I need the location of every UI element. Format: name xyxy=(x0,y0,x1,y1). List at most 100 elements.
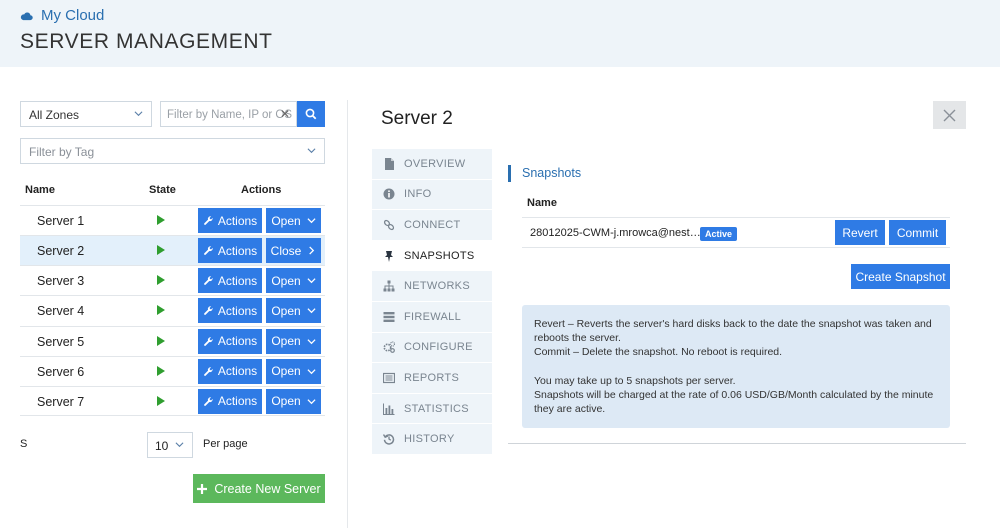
toggle-button[interactable]: Open xyxy=(266,328,321,354)
chevron-down-icon xyxy=(307,369,316,374)
search-input[interactable]: Filter by Name, IP or OS xyxy=(160,101,297,127)
table-row[interactable]: Server 6 Actions Open xyxy=(20,355,325,386)
tab-info[interactable]: INFO xyxy=(372,179,492,211)
actions-button[interactable]: Actions xyxy=(198,388,262,414)
toggle-button-label: Close xyxy=(270,243,302,258)
actions-button[interactable]: Actions xyxy=(198,328,262,354)
chevron-down-icon xyxy=(307,278,316,284)
snapshot-row: 28012025-CWM-j.mrowca@nest… Active Rever… xyxy=(522,217,950,248)
tab-networks[interactable]: NETWORKS xyxy=(372,271,492,302)
snapshot-column-name: Name xyxy=(527,197,557,209)
brand[interactable]: My Cloud xyxy=(20,7,104,24)
status-badge: Active xyxy=(700,227,738,241)
search-icon xyxy=(305,108,317,120)
actions-button-label: Actions xyxy=(217,273,258,288)
tab-connect[interactable]: CONNECT xyxy=(372,210,492,241)
chevron-down-icon xyxy=(307,218,316,224)
column-header-actions: Actions xyxy=(241,184,282,196)
toggle-button[interactable]: Open xyxy=(266,268,321,294)
actions-button[interactable]: Actions xyxy=(198,238,262,264)
table-row[interactable]: Server 4 Actions Open xyxy=(20,295,325,325)
server-name: Server 3 xyxy=(37,274,85,289)
tab-history[interactable]: HISTORY xyxy=(372,424,492,455)
actions-button-label: Actions xyxy=(217,243,258,258)
actions-button[interactable]: Actions xyxy=(198,268,262,294)
table-row[interactable]: Server 3 Actions Open xyxy=(20,265,325,295)
toggle-button[interactable]: Close xyxy=(266,238,321,264)
running-state-icon xyxy=(157,395,165,406)
server-name: Server 5 xyxy=(37,334,85,349)
tab-overview[interactable]: OVERVIEW xyxy=(372,149,492,180)
wrench-icon xyxy=(203,216,213,225)
server-detail-title: Server 2 xyxy=(381,108,453,129)
running-state-icon xyxy=(157,245,165,256)
create-snapshot-button[interactable]: Create Snapshot xyxy=(851,264,950,289)
tab-label: HISTORY xyxy=(404,433,455,446)
content-divider xyxy=(508,443,966,444)
document-icon xyxy=(382,157,395,170)
table-row[interactable]: Server 7 Actions Open xyxy=(20,385,325,416)
toggle-button-label: Open xyxy=(271,394,301,409)
table-row[interactable]: Server 2 Actions Close xyxy=(20,235,325,266)
running-state-icon xyxy=(157,275,165,286)
table-row[interactable]: Server 1 Actions Open xyxy=(20,205,325,235)
toggle-button[interactable]: Open xyxy=(266,358,321,384)
tag-filter-placeholder: Filter by Tag xyxy=(29,145,95,159)
server-name: Server 4 xyxy=(37,304,85,319)
tab-label: STATISTICS xyxy=(404,402,469,415)
revert-button[interactable]: Revert xyxy=(835,220,885,245)
table-bottom-divider xyxy=(20,415,325,416)
info-commit-text: Commit – Delete the snapshot. No reboot … xyxy=(534,346,783,359)
chevron-down-icon xyxy=(307,338,316,344)
clear-icon[interactable]: ✕ xyxy=(280,107,290,121)
page-title: SERVER MANAGEMENT xyxy=(20,30,273,53)
running-state-icon xyxy=(157,215,165,225)
tab-snapshots[interactable]: SNAPSHOTS xyxy=(372,240,492,272)
server-name: Server 2 xyxy=(37,244,85,259)
actions-button[interactable]: Actions xyxy=(198,358,262,384)
chevron-down-icon xyxy=(307,399,316,405)
close-icon xyxy=(943,109,956,121)
table-row[interactable]: Server 5 Actions Open xyxy=(20,325,325,356)
search-button[interactable] xyxy=(297,101,325,127)
gears-icon xyxy=(382,341,395,354)
toggle-button-label: Open xyxy=(271,364,301,379)
toggle-button-label: Open xyxy=(271,213,301,228)
wrench-icon xyxy=(203,336,213,346)
toggle-button[interactable]: Open xyxy=(266,388,321,414)
chevron-down-icon xyxy=(307,148,316,154)
toggle-button[interactable]: Open xyxy=(266,298,321,324)
tag-filter-select[interactable]: Filter by Tag xyxy=(20,138,325,164)
toggle-button-label: Open xyxy=(271,273,301,288)
server-name: Server 6 xyxy=(37,364,85,379)
reports-icon xyxy=(382,372,395,384)
tab-configure[interactable]: CONFIGURE xyxy=(372,332,492,364)
chevron-down-icon xyxy=(134,111,143,117)
tab-label: CONFIGURE xyxy=(404,341,473,354)
brand-name: My Cloud xyxy=(41,7,105,24)
actions-button[interactable]: Actions xyxy=(198,208,262,233)
history-icon xyxy=(382,433,395,445)
tab-label: INFO xyxy=(404,188,432,201)
tab-statistics[interactable]: STATISTICS xyxy=(372,393,492,425)
wrench-icon xyxy=(203,276,213,286)
zone-select[interactable]: All Zones xyxy=(20,101,152,127)
toggle-button[interactable]: Open xyxy=(266,208,321,233)
tab-reports[interactable]: REPORTS xyxy=(372,363,492,394)
close-button[interactable] xyxy=(933,101,966,129)
info-revert-text: Revert – Reverts the server's hard disks… xyxy=(534,318,932,345)
tab-firewall[interactable]: FIREWALL xyxy=(372,301,492,333)
column-header-state: State xyxy=(149,184,176,196)
per-page-select[interactable]: 10 xyxy=(147,432,193,458)
zone-select-value: All Zones xyxy=(29,108,80,122)
firewall-icon xyxy=(382,311,395,323)
actions-button-label: Actions xyxy=(217,334,258,349)
tab-label: SNAPSHOTS xyxy=(404,249,475,262)
create-new-server-button[interactable]: Create New Server xyxy=(193,474,325,503)
pin-icon xyxy=(382,250,395,262)
toggle-button-label: Open xyxy=(271,334,301,349)
commit-button[interactable]: Commit xyxy=(889,220,946,245)
actions-button[interactable]: Actions xyxy=(198,298,262,324)
wrench-icon xyxy=(203,397,213,406)
snapshot-info-box: Revert – Reverts the server's hard disks… xyxy=(522,305,950,428)
